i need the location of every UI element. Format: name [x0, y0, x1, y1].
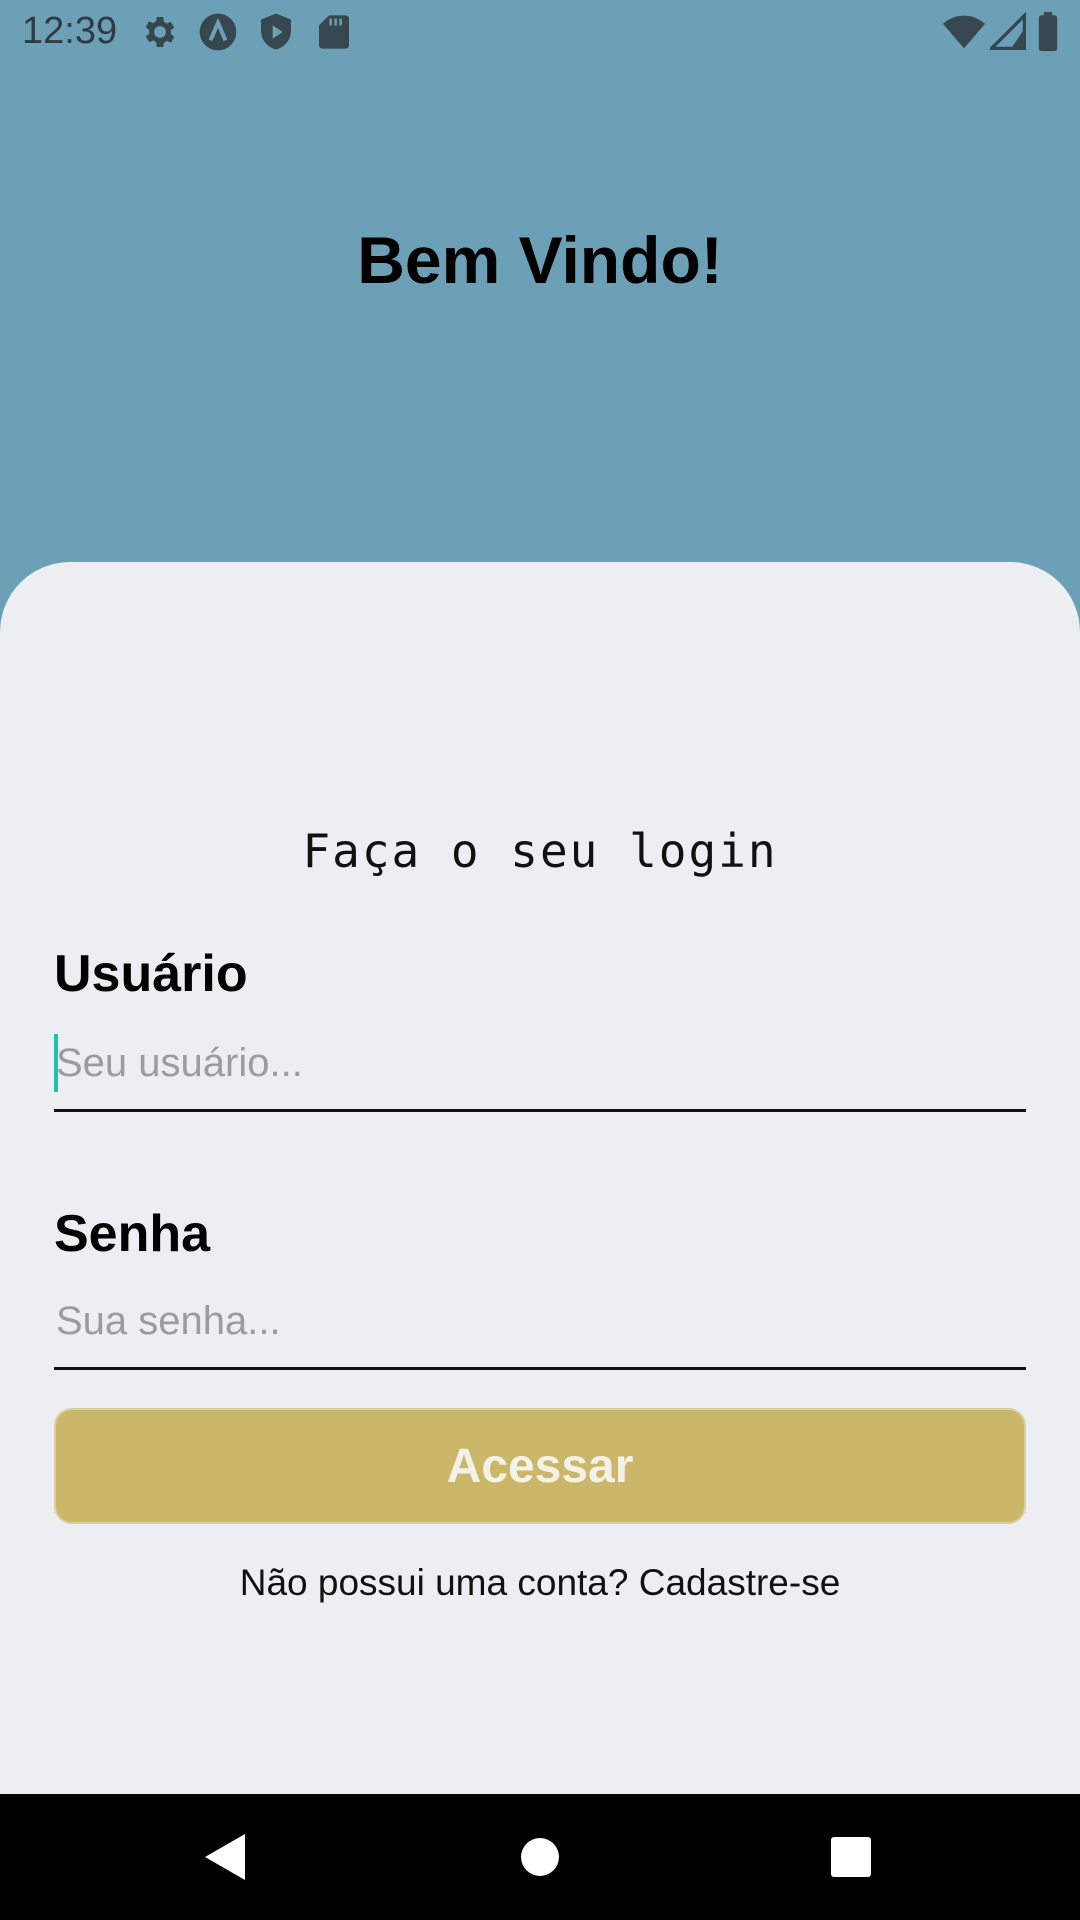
- settings-icon: [140, 12, 180, 52]
- login-subtitle: Faça o seu login: [302, 824, 778, 878]
- signup-row: Não possui uma conta? Cadastre-se: [0, 1562, 1080, 1604]
- recents-icon[interactable]: [791, 1794, 911, 1920]
- signup-link[interactable]: Cadastre-se: [639, 1562, 841, 1603]
- cell-signal-icon: [987, 11, 1030, 52]
- app-a-icon: [198, 12, 238, 52]
- back-icon[interactable]: [165, 1794, 285, 1920]
- access-button[interactable]: Acessar: [54, 1408, 1026, 1524]
- text-cursor: [54, 1034, 58, 1092]
- password-input[interactable]: [54, 1286, 1026, 1370]
- navigation-bar: [0, 1794, 1080, 1920]
- status-time: 12:39: [22, 10, 118, 52]
- sd-card-icon: [314, 12, 354, 52]
- password-label: Senha: [54, 1205, 211, 1263]
- signup-prompt: Não possui uma conta?: [239, 1562, 629, 1603]
- username-label: Usuário: [54, 945, 248, 1003]
- welcome-title: Bem Vindo!: [357, 223, 723, 297]
- home-icon[interactable]: [480, 1794, 600, 1920]
- battery-icon: [1036, 12, 1060, 52]
- username-input[interactable]: [54, 1028, 1026, 1112]
- wifi-icon: [942, 12, 986, 52]
- login-card: Faça o seu login Usuário Senha Acessar N…: [0, 562, 1080, 1794]
- app-screen: 12:39 Bem Vindo! Faça o seu login Usuári…: [0, 0, 1080, 1920]
- shield-play-icon: [256, 12, 296, 52]
- status-bar: 12:39: [0, 0, 1080, 64]
